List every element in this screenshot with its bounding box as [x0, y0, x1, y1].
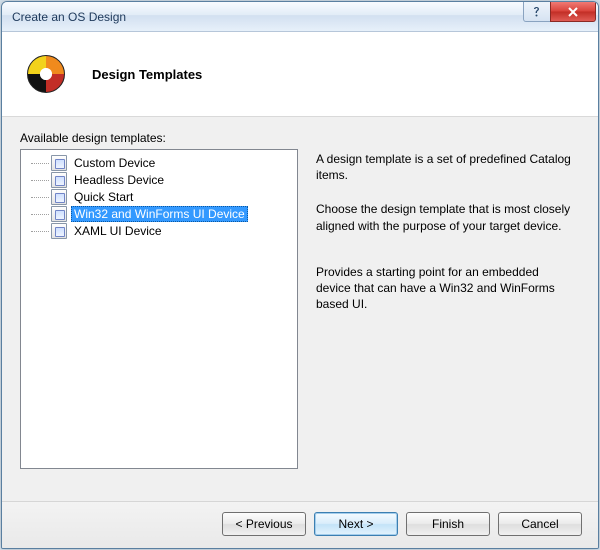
description-paragraph: Choose the design template that is most … [316, 201, 576, 233]
titlebar: Create an OS Design [2, 2, 598, 32]
window-controls [524, 2, 596, 22]
template-description: A design template is a set of predefined… [316, 149, 580, 501]
template-item-icon [51, 155, 67, 171]
close-icon [567, 7, 579, 17]
next-button[interactable]: Next > [314, 512, 398, 536]
list-item[interactable]: Quick Start [23, 188, 295, 205]
template-item-icon [51, 189, 67, 205]
window-title: Create an OS Design [12, 10, 126, 24]
list-item[interactable]: XAML UI Device [23, 222, 295, 239]
cancel-button[interactable]: Cancel [498, 512, 582, 536]
wizard-header: Design Templates [2, 32, 598, 117]
template-item-icon [51, 172, 67, 188]
finish-button[interactable]: Finish [406, 512, 490, 536]
close-button[interactable] [550, 2, 596, 22]
list-item[interactable]: Headless Device [23, 171, 295, 188]
wizard-heading: Design Templates [92, 67, 202, 82]
description-paragraph: Provides a starting point for an embedde… [316, 264, 576, 313]
list-item[interactable]: Win32 and WinForms UI Device [23, 205, 295, 222]
available-templates-label: Available design templates: [20, 131, 580, 145]
description-paragraph: A design template is a set of predefined… [316, 151, 576, 183]
previous-button[interactable]: < Previous [222, 512, 306, 536]
wizard-buttonbar: < Previous Next > Finish Cancel [2, 501, 598, 548]
product-logo-icon [22, 50, 70, 98]
tree-connector-icon [25, 222, 51, 239]
help-button[interactable] [523, 2, 551, 22]
wizard-body: Available design templates: Custom Devic… [2, 117, 598, 501]
wizard-window: Create an OS Design [1, 1, 599, 549]
tree-connector-icon [25, 154, 51, 171]
list-item-label: Custom Device [71, 156, 158, 170]
list-item-label: Win32 and WinForms UI Device [71, 206, 248, 222]
tree-connector-icon [25, 171, 51, 188]
list-item-label: XAML UI Device [71, 224, 165, 238]
content-row: Custom Device Headless Device Quick Star… [20, 149, 580, 501]
list-item-label: Headless Device [71, 173, 167, 187]
template-item-icon [51, 206, 67, 222]
tree-connector-icon [25, 188, 51, 205]
list-item[interactable]: Custom Device [23, 154, 295, 171]
help-icon [532, 6, 542, 18]
template-item-icon [51, 223, 67, 239]
tree-connector-icon [25, 205, 51, 222]
template-list[interactable]: Custom Device Headless Device Quick Star… [20, 149, 298, 469]
list-item-label: Quick Start [71, 190, 136, 204]
